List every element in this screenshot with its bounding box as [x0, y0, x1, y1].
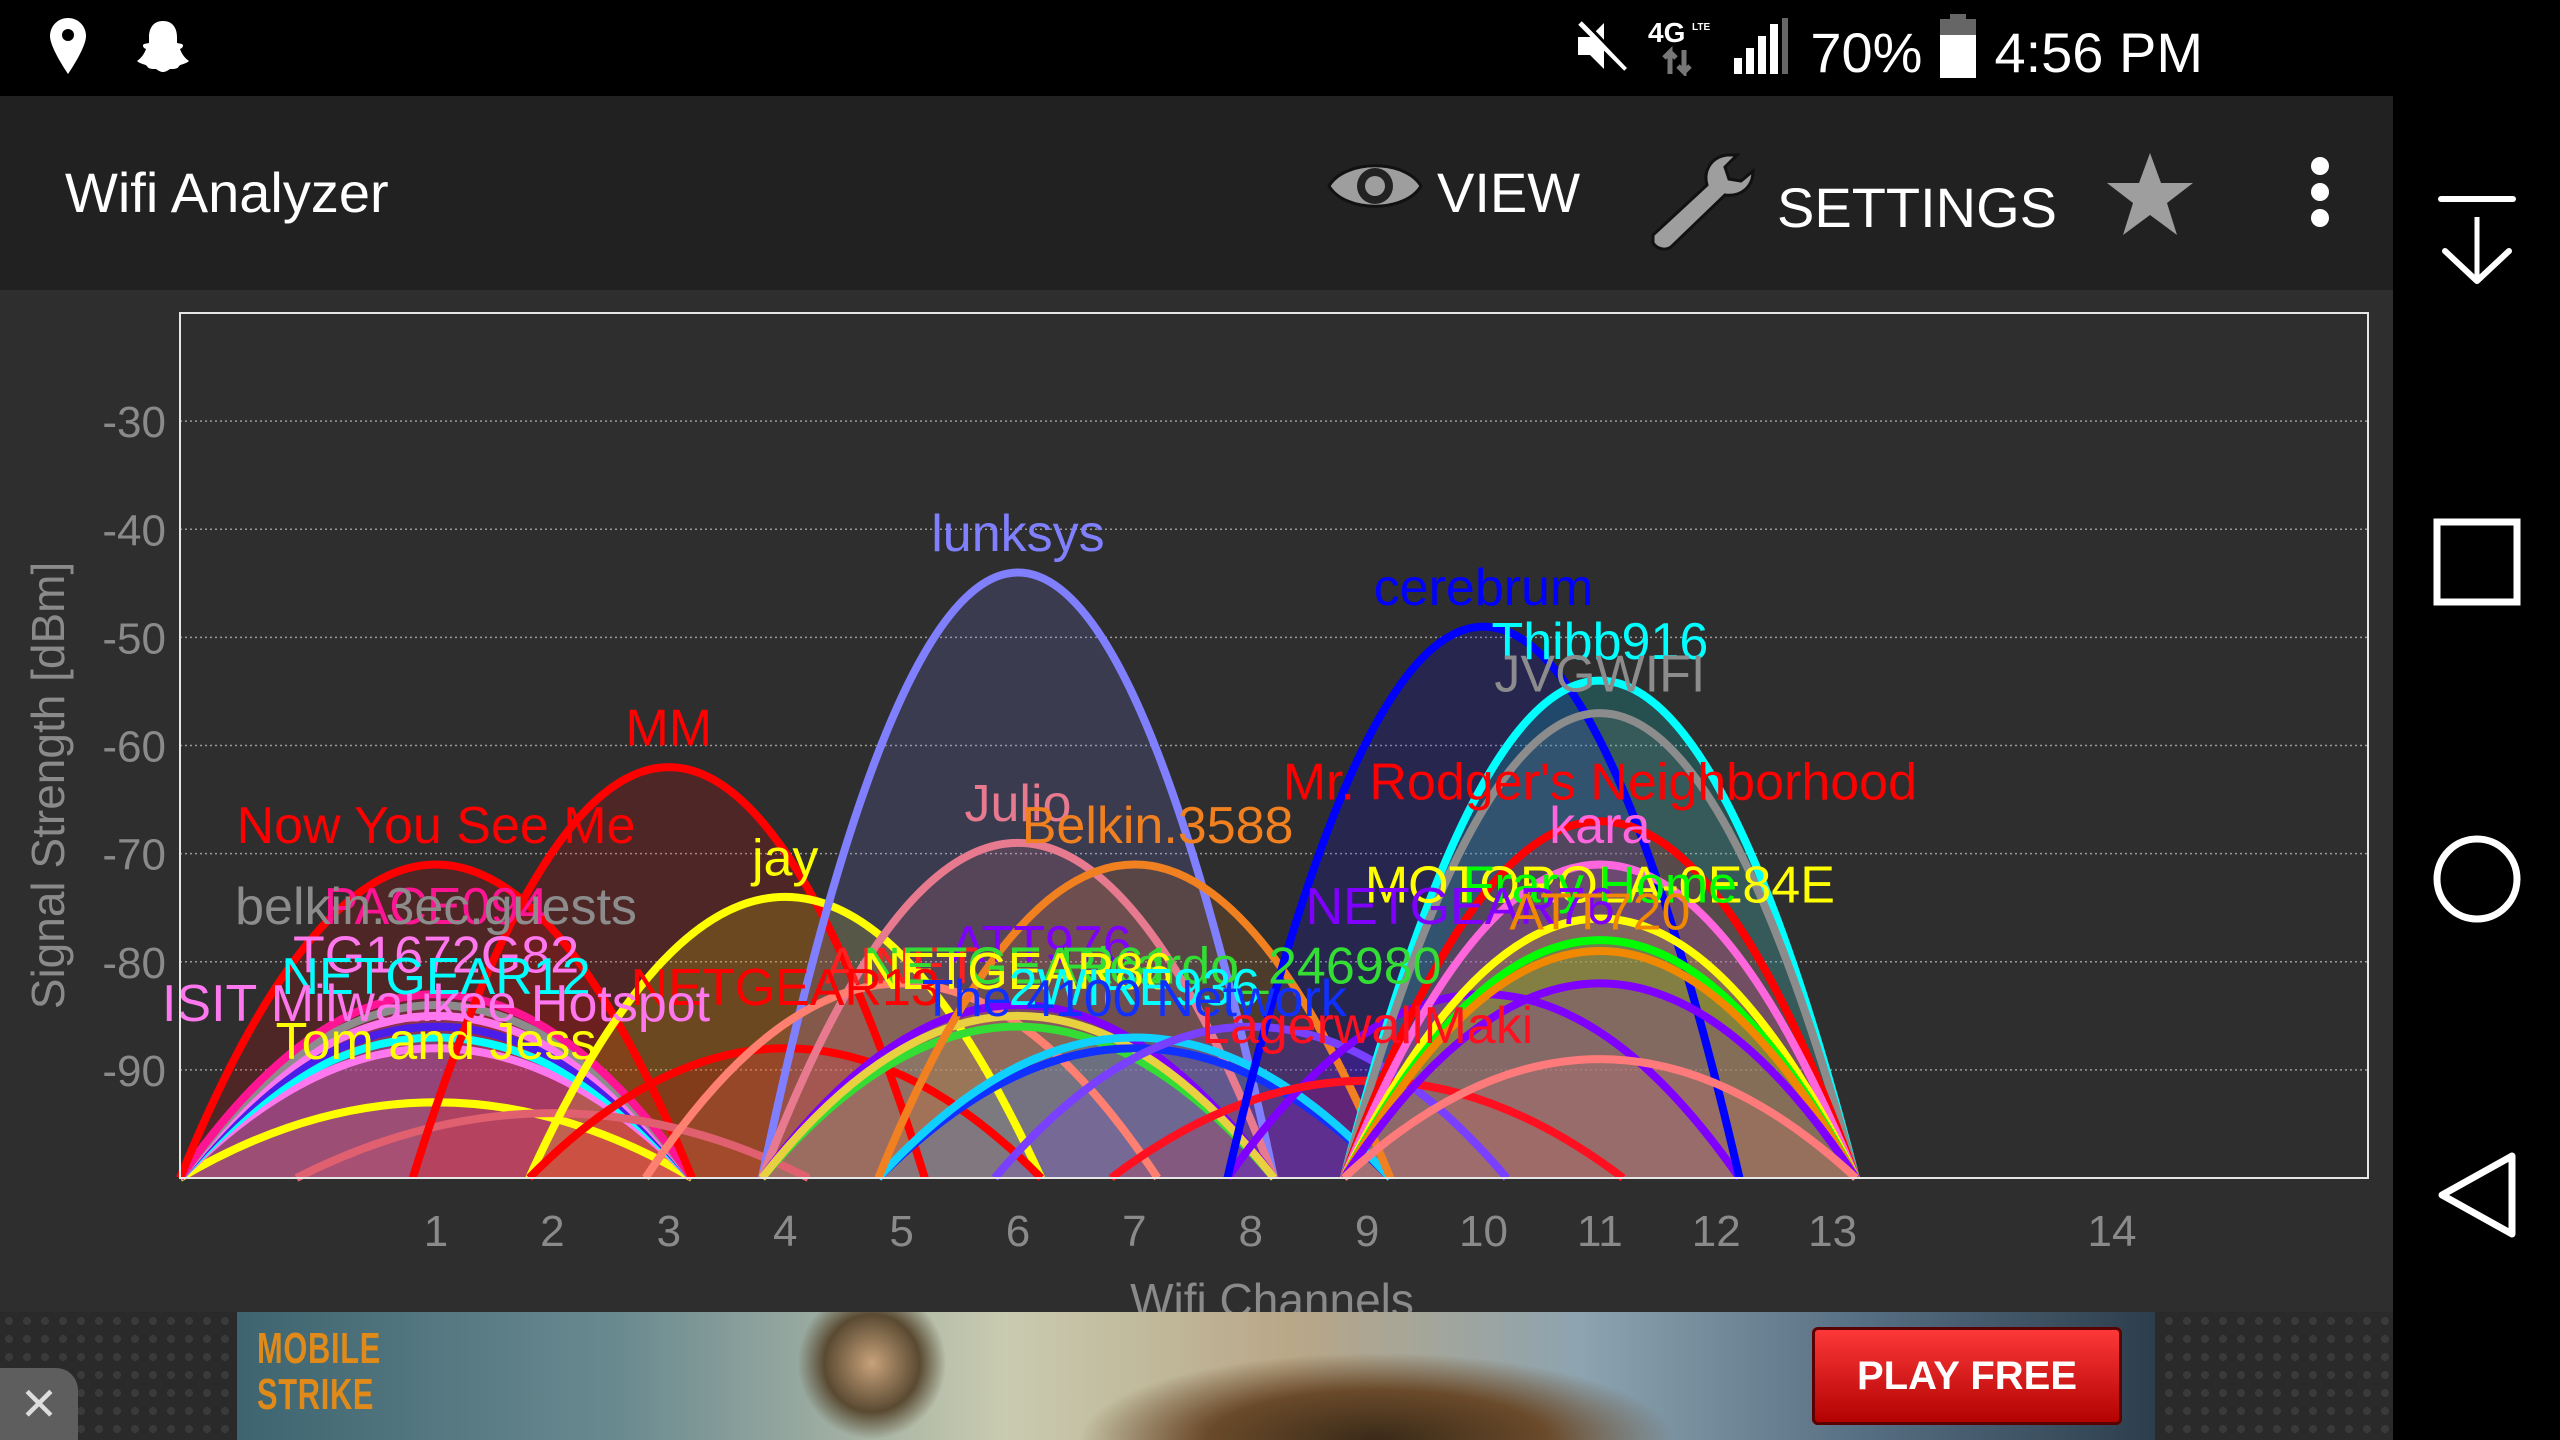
- network-label: lunksys: [931, 505, 1104, 563]
- x-tick-label: 1: [424, 1207, 448, 1256]
- app-title: Wifi Analyzer: [65, 161, 389, 224]
- network-label: cerebrum: [1374, 559, 1594, 617]
- back-button[interactable]: [2393, 1150, 2560, 1245]
- ad-bar: MOBILE STRIKE PLAY FREE ✕: [0, 1312, 2393, 1440]
- status-bar: 4G LTE 70% 4:56 PM: [0, 0, 2393, 96]
- signal-bars-icon: [1732, 18, 1792, 87]
- notification-pulldown-button[interactable]: [2393, 195, 2560, 292]
- y-tick-label: -70: [102, 831, 166, 880]
- x-tick-label: 10: [1459, 1207, 1508, 1256]
- x-tick-label: 13: [1808, 1207, 1857, 1256]
- ad-logo-line2: STRIKE: [257, 1370, 375, 1419]
- x-axis-label: Wifi Channels: [1130, 1274, 1414, 1312]
- clock: 4:56 PM: [1994, 21, 2203, 84]
- system-nav-bar: [2393, 0, 2560, 1440]
- chart-area: -30 -40 -50 -60 -70 -80 -90 1 2 3 4 5 6 7 8 9 10 11 12 13 1…: [0, 290, 2393, 1326]
- battery-icon: [1940, 14, 1977, 91]
- y-tick-label: -30: [102, 398, 166, 447]
- y-tick-label: -90: [102, 1047, 166, 1096]
- wrench-icon: [1645, 151, 1765, 264]
- x-tick-label: 2: [540, 1207, 564, 1256]
- network-label: MM: [625, 700, 712, 758]
- circle-icon: [2432, 834, 2522, 929]
- view-label: VIEW: [1437, 161, 1581, 224]
- close-icon: ✕: [19, 1378, 59, 1430]
- x-tick-label: 5: [889, 1207, 913, 1256]
- ad-soldier-image: [797, 1312, 947, 1440]
- x-tick-label: 7: [1122, 1207, 1146, 1256]
- app-toolbar: Wifi Analyzer VIEW SETTINGS: [0, 96, 2393, 290]
- arrow-down-to-bar-icon: [2437, 195, 2517, 292]
- ad-logo-line1: MOBILE: [257, 1324, 381, 1373]
- eye-icon: [1325, 151, 1425, 234]
- x-tick-label: 12: [1692, 1207, 1741, 1256]
- settings-button[interactable]: SETTINGS: [1645, 151, 2057, 264]
- network-label: JVGWIFI: [1494, 645, 1705, 703]
- y-tick-label: -50: [102, 614, 166, 663]
- network-label: Tom and Jess: [276, 1013, 597, 1071]
- y-tick-label: -40: [102, 506, 166, 555]
- svg-text:4G: 4G: [1648, 17, 1685, 48]
- ad-banner[interactable]: MOBILE STRIKE PLAY FREE: [237, 1312, 2155, 1440]
- ad-fortress-image: [1077, 1352, 1677, 1440]
- snapchat-ghost-icon: [136, 19, 190, 78]
- network-label: jay: [750, 829, 818, 887]
- network-label: LagerwallMaki: [1201, 997, 1533, 1055]
- network-label: ATT720: [1509, 883, 1690, 941]
- y-axis-label: Signal Strength [dBm]: [22, 562, 74, 1009]
- network-label: Belkin.3588: [1022, 797, 1294, 855]
- star-icon: [2105, 151, 2195, 250]
- recents-button[interactable]: [2393, 518, 2560, 611]
- x-tick-label: 6: [1006, 1207, 1030, 1256]
- y-tick-label: -80: [102, 939, 166, 988]
- x-tick-label: 4: [773, 1207, 797, 1256]
- more-vert-icon: [2300, 156, 2340, 241]
- battery-percent: 70%: [1810, 21, 1923, 84]
- home-button[interactable]: [2393, 834, 2560, 929]
- network-label: kara: [1549, 797, 1650, 855]
- ad-close-button[interactable]: ✕: [0, 1368, 78, 1440]
- 4g-lte-icon: 4G LTE: [1648, 16, 1714, 89]
- favorite-button[interactable]: [2105, 151, 2195, 250]
- square-icon: [2433, 518, 2521, 611]
- y-tick-label: -60: [102, 723, 166, 772]
- signal-strength-chart: -30-40-50-60-70-80-90 1 2 3 4 5 6 7 8 9 10 11 12 13 1…: [22, 312, 2369, 1326]
- x-tick-label: 11: [1577, 1207, 1623, 1256]
- x-tick-label: 8: [1238, 1207, 1262, 1256]
- mute-icon: [1574, 19, 1630, 86]
- x-tick-label: 3: [657, 1207, 681, 1256]
- x-axis-ticks: 1 2 3 4 5 6 7 8 9 10 11 12 13 14: [424, 1207, 2137, 1256]
- x-tick-label: 9: [1355, 1207, 1379, 1256]
- ad-logo: MOBILE STRIKE: [257, 1326, 381, 1418]
- y-axis-ticks: -30 -40 -50 -60 -70 -80 -90: [102, 398, 166, 1096]
- settings-label: SETTINGS: [1777, 176, 2058, 239]
- overflow-menu-button[interactable]: [2300, 156, 2340, 241]
- view-button[interactable]: VIEW: [1325, 151, 1580, 234]
- triangle-back-icon: [2436, 1150, 2518, 1245]
- svg-text:LTE: LTE: [1692, 22, 1710, 33]
- x-tick-label: 14: [2087, 1207, 2136, 1256]
- network-label: Now You See Me: [237, 797, 636, 855]
- location-pin-icon: [50, 18, 86, 79]
- ad-play-free-button[interactable]: PLAY FREE: [1812, 1327, 2122, 1425]
